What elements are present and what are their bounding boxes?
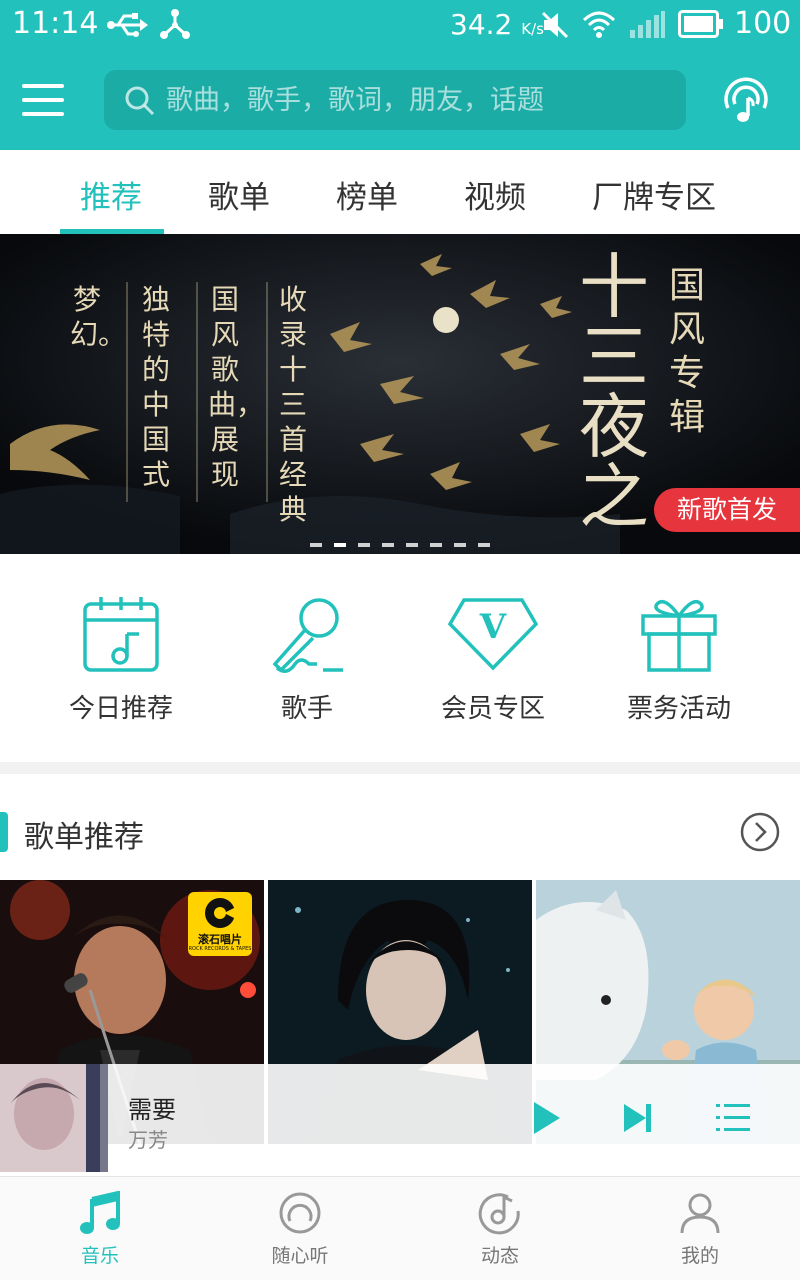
music-recognition-icon[interactable] [720, 74, 772, 130]
signal-icon [628, 10, 666, 44]
nav-feed[interactable]: 动态 [440, 1191, 560, 1268]
search-icon [124, 85, 156, 121]
carousel-dot[interactable] [406, 543, 418, 547]
share-icon [158, 8, 192, 46]
section-divider [0, 762, 800, 774]
tab-recommend[interactable]: 推荐 [80, 172, 142, 217]
next-track-button[interactable] [622, 1102, 654, 1138]
vip-diamond-icon: V [448, 598, 538, 671]
carousel-dots [310, 543, 500, 547]
nav-label: 动态 [480, 1245, 519, 1267]
chevron-right-circle-icon [740, 812, 780, 852]
now-playing-artist: 万芳 [128, 1128, 168, 1152]
microphone-icon [272, 598, 343, 673]
album-art [0, 1064, 108, 1172]
battery-icon [678, 10, 724, 42]
nav-label: 音乐 [80, 1245, 119, 1267]
network-speed: 34.2 K/s [450, 8, 544, 41]
search-input[interactable] [166, 70, 666, 130]
now-playing-cover[interactable] [0, 1064, 108, 1172]
calendar-music-icon [83, 597, 159, 672]
mini-player: 需要 万芳 [0, 1064, 800, 1176]
nav-profile[interactable]: 我的 [640, 1191, 760, 1268]
carousel-dot[interactable] [382, 543, 394, 547]
new-release-badge: 新歌首发 [654, 488, 800, 532]
list-icon [716, 1104, 750, 1131]
tab-playlists[interactable]: 歌单 [208, 172, 270, 217]
wifi-icon [582, 10, 616, 44]
quick-menu-label: 会员专区 [440, 694, 545, 724]
carousel-dot[interactable] [454, 543, 466, 547]
network-speed-value: 34.2 [450, 8, 513, 41]
playlist-section-header: 歌单推荐 [0, 800, 800, 864]
tickets-events-button[interactable]: 票务活动 [586, 594, 772, 725]
banner-copy-line: 收录十三首经典 [278, 283, 307, 526]
disc-note-icon [478, 1193, 520, 1235]
carousel-dot[interactable] [334, 543, 346, 547]
vip-zone-button[interactable]: V 会员专区 [400, 594, 586, 725]
record-logo-icon [205, 898, 238, 928]
play-queue-button[interactable] [716, 1102, 750, 1138]
usb-icon [106, 10, 148, 44]
carousel-dot[interactable] [310, 543, 322, 547]
banner-side-title: 国风专辑 [668, 265, 705, 438]
banner-copy-line: 国风歌曲，展现 [208, 283, 265, 491]
nav-label: 我的 [680, 1245, 719, 1267]
radio-icon [279, 1192, 321, 1234]
quick-menu-label: 歌手 [280, 694, 333, 724]
singers-button[interactable]: 歌手 [214, 594, 400, 725]
nav-radio[interactable]: 随心听 [240, 1191, 360, 1268]
banner-big-title: 十三夜之 [579, 246, 649, 538]
banner-divider [126, 282, 128, 502]
daily-recommend-button[interactable]: 今日推荐 [28, 594, 214, 725]
app-header: 11:14 34.2 K/s 100 [0, 0, 800, 150]
label-logo-subtext: ROCK RECORDS & TAPES [188, 946, 252, 952]
tab-charts[interactable]: 榜单 [336, 172, 398, 217]
banner-divider [196, 282, 198, 502]
status-bar: 11:14 34.2 K/s 100 [0, 0, 800, 52]
menu-icon[interactable] [22, 80, 66, 120]
banner-divider [266, 282, 268, 502]
banner-copy-line: 梦幻。 [70, 283, 127, 351]
section-title: 歌单推荐 [24, 820, 144, 855]
label-logo: 滚石唱片 ROCK RECORDS & TAPES [188, 892, 252, 956]
quick-menu: 今日推荐 歌手 V 会员专区 票务活动 [0, 554, 800, 762]
label-logo-text: 滚石唱片 [198, 933, 242, 946]
category-tabs: 推荐 歌单 榜单 视频 厂牌专区 [0, 150, 800, 234]
quick-menu-label: 票务活动 [626, 694, 731, 724]
promo-banner[interactable]: 收录十三首经典 国风歌曲，展现 独特的中国式 梦幻。 十三夜之 国风专辑 新歌首… [0, 234, 800, 554]
play-icon [534, 1102, 560, 1134]
play-button[interactable] [530, 1100, 562, 1140]
user-icon [680, 1193, 720, 1234]
skip-next-icon [624, 1104, 651, 1132]
more-playlists-button[interactable] [740, 812, 780, 852]
carousel-dot[interactable] [478, 543, 490, 547]
status-time: 11:14 [12, 6, 99, 41]
tab-labels[interactable]: 厂牌专区 [592, 172, 716, 217]
quick-menu-label: 今日推荐 [68, 694, 173, 724]
now-playing-title: 需要 [128, 1096, 176, 1124]
nav-label: 随心听 [271, 1245, 329, 1267]
mute-icon [540, 10, 570, 44]
nav-music[interactable]: 音乐 [40, 1191, 160, 1268]
bottom-navigation: 音乐 随心听 动态 我的 [0, 1176, 800, 1280]
carousel-dot[interactable] [430, 543, 442, 547]
tab-videos[interactable]: 视频 [464, 172, 526, 217]
carousel-dot[interactable] [358, 543, 370, 547]
svg-text:V: V [479, 607, 507, 647]
search-bar[interactable] [104, 70, 686, 130]
gift-icon [641, 600, 717, 672]
battery-level: 100 [734, 6, 792, 41]
banner-copy-line: 独特的中国式 [141, 283, 170, 491]
music-note-icon [80, 1191, 120, 1234]
section-accent-bar [0, 812, 8, 852]
